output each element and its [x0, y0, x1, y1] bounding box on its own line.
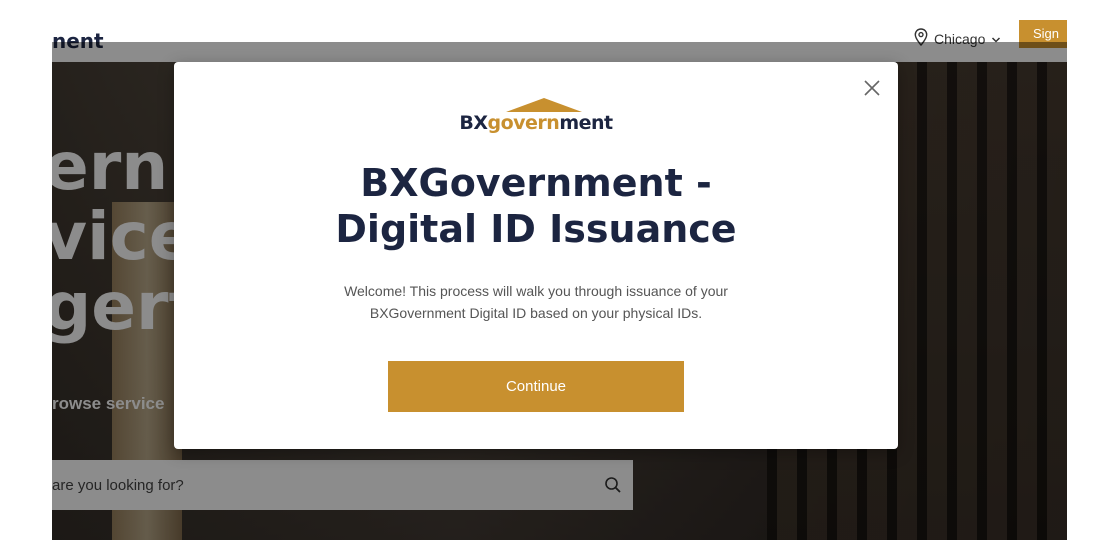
continue-button[interactable]: Continue — [388, 361, 684, 412]
logo-roof-icon — [506, 98, 582, 112]
logo-text: BXgovernment — [459, 112, 613, 134]
modal-title-line2: Digital ID Issuance — [335, 207, 737, 251]
modal-desc-line2: BXGovernment Digital ID based on your ph… — [369, 305, 703, 321]
digital-id-modal: BXgovernment BXGovernment - Digital ID I… — [174, 62, 898, 449]
close-icon[interactable] — [860, 76, 884, 100]
modal-title: BXGovernment - Digital ID Issuance — [174, 160, 898, 252]
modal-title-line1: BXGovernment - — [360, 161, 712, 205]
modal-desc-line1: Welcome! This process will walk you thro… — [344, 283, 728, 299]
modal-description: Welcome! This process will walk you thro… — [174, 280, 898, 324]
bxgovernment-logo: BXgovernment — [456, 98, 616, 134]
